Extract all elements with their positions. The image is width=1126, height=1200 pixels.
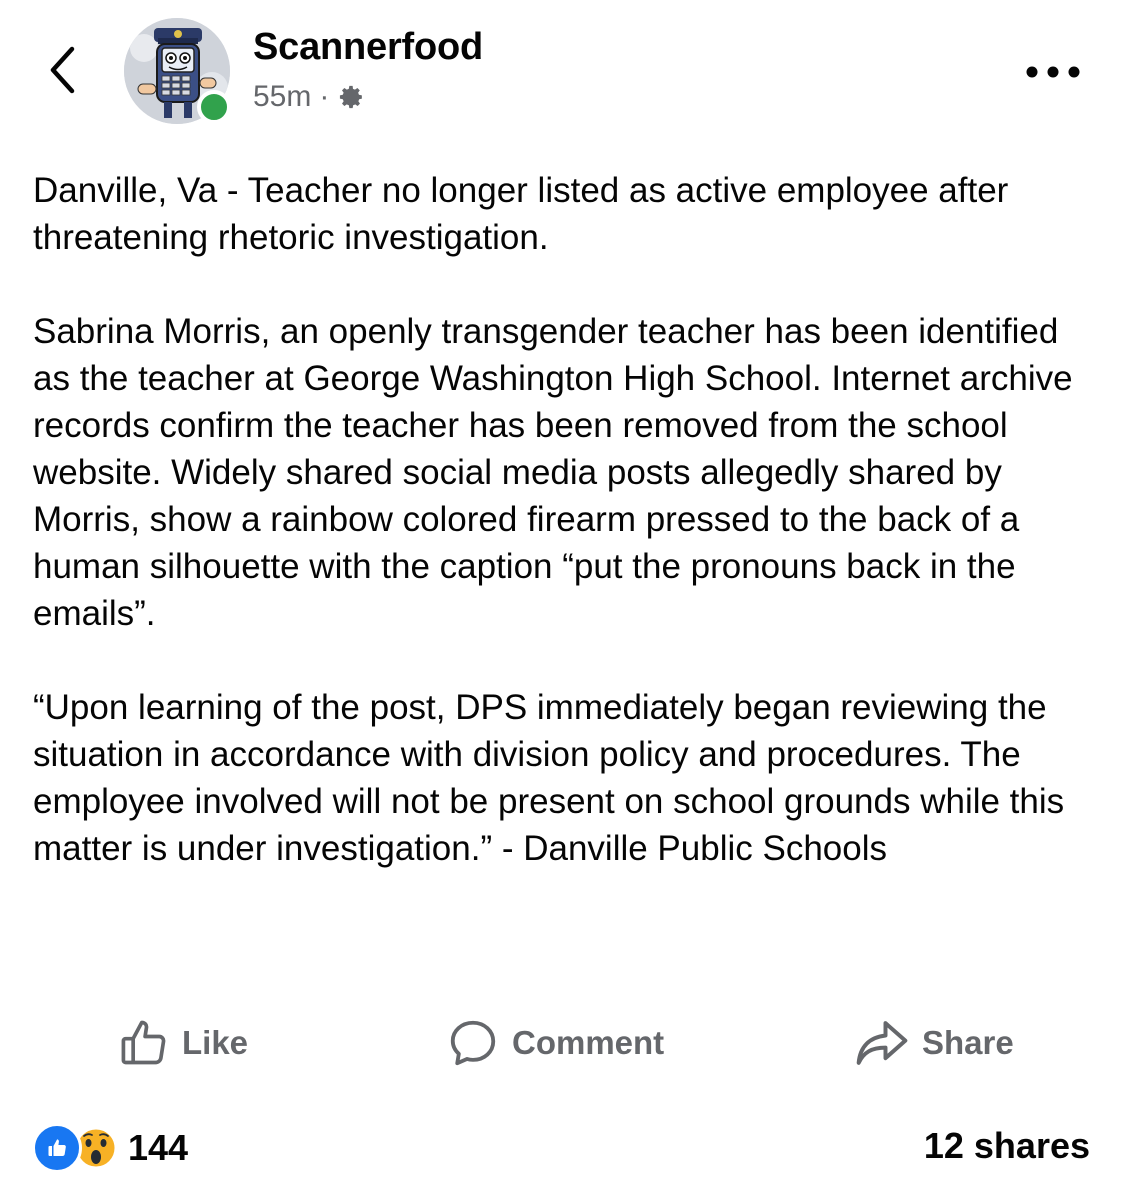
- post-text: Danville, Va - Teacher no longer listed …: [33, 167, 1103, 872]
- post-paragraph: Danville, Va - Teacher no longer listed …: [33, 171, 1009, 257]
- post-footer: 144 12 shares: [0, 1115, 1126, 1179]
- post-paragraph: “Upon learning of the post, DPS immediat…: [33, 688, 1065, 868]
- shares-count[interactable]: 12 shares: [924, 1125, 1090, 1167]
- chevron-left-icon: [50, 46, 75, 94]
- post-meta: 55m ·: [253, 80, 365, 114]
- share-arrow-icon: [856, 1021, 908, 1065]
- online-status-indicator: [197, 90, 231, 124]
- share-label: Share: [922, 1024, 1014, 1061]
- post-action-bar: Like Comment Share: [0, 1005, 1126, 1081]
- more-options-button[interactable]: [1008, 52, 1098, 92]
- post-header: Scannerfood 55m ·: [0, 0, 1126, 140]
- post-timestamp[interactable]: 55m: [253, 80, 311, 114]
- back-button[interactable]: [38, 40, 86, 100]
- share-button[interactable]: Share: [854, 1005, 1014, 1081]
- gear-icon: [340, 85, 363, 109]
- comment-button[interactable]: Comment: [446, 1005, 664, 1081]
- comment-bubble-icon: [450, 1020, 496, 1066]
- more-horizontal-icon: [1026, 66, 1080, 78]
- post-paragraph: Sabrina Morris, an openly transgender te…: [33, 312, 1073, 633]
- comment-label: Comment: [512, 1024, 665, 1061]
- thumbs-up-icon: [121, 1020, 166, 1065]
- reactions-summary[interactable]: 144: [32, 1123, 188, 1173]
- meta-separator: ·: [319, 80, 330, 113]
- reaction-count: 144: [128, 1127, 189, 1168]
- like-label: Like: [182, 1024, 249, 1061]
- like-button[interactable]: Like: [118, 1005, 248, 1081]
- like-reaction-icon: [32, 1123, 82, 1173]
- page-name[interactable]: Scannerfood: [253, 26, 483, 69]
